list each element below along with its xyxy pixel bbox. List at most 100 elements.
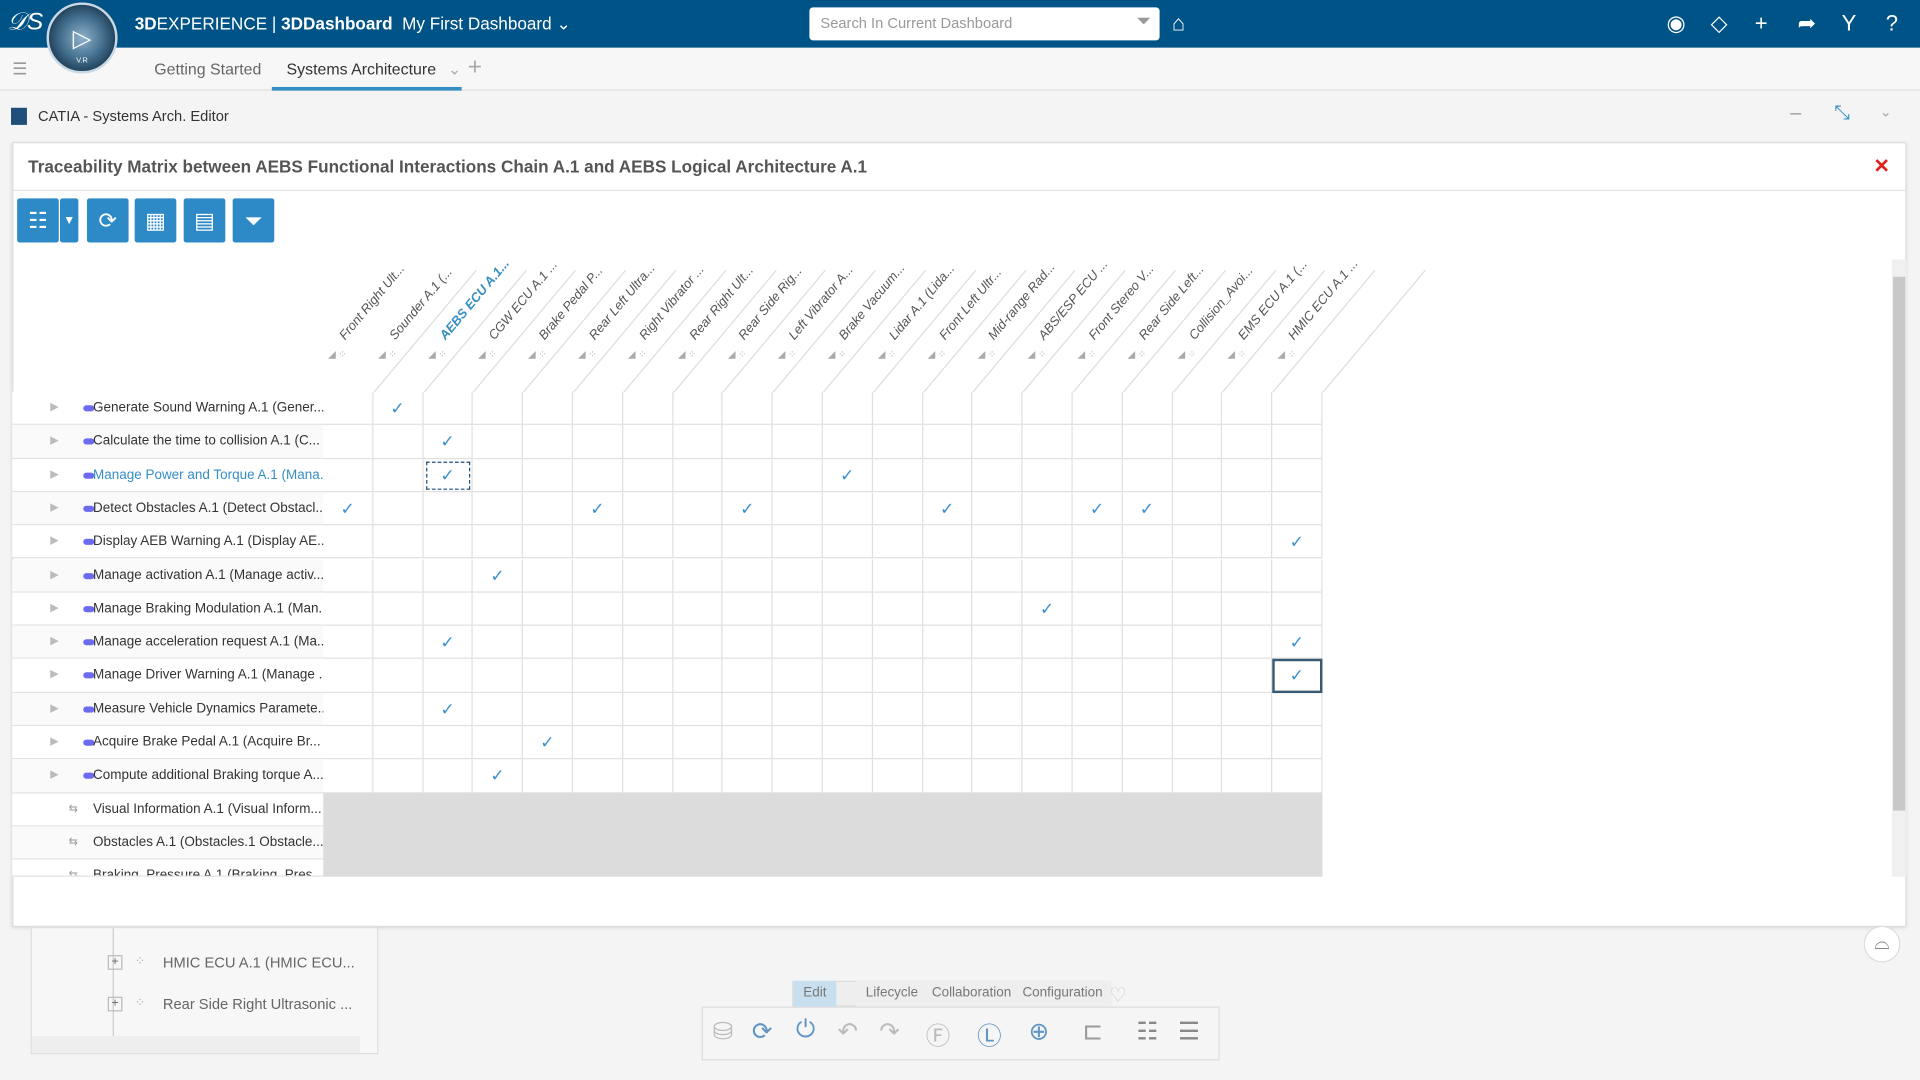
redo-icon[interactable]: ↷ (879, 1016, 900, 1047)
expand-arrow-icon[interactable]: ▶ (50, 434, 58, 447)
flow-row-header[interactable]: ⇆ Obstacles A.1 (Obstacles.1 Obstacle... (12, 826, 324, 860)
matrix-cell[interactable] (1222, 558, 1273, 593)
matrix-cell[interactable] (473, 391, 524, 426)
matrix-cell[interactable] (573, 458, 624, 493)
matrix-cell[interactable] (573, 692, 624, 727)
matrix-cell[interactable] (1122, 592, 1173, 626)
matrix-cell[interactable] (523, 558, 574, 593)
matrix-cell[interactable] (1022, 726, 1073, 760)
matrix-cell[interactable] (623, 726, 673, 760)
matrix-cell[interactable] (623, 759, 673, 793)
matrix-cell[interactable] (1272, 726, 1323, 760)
matrix-cell[interactable] (872, 726, 923, 760)
matrix-cell[interactable] (1072, 625, 1123, 660)
matrix-cell[interactable] (672, 391, 723, 426)
hierarchy-dropdown[interactable]: ▼ (60, 198, 79, 243)
matrix-cell[interactable]: ✓ (1272, 659, 1323, 693)
matrix-cell[interactable] (573, 425, 624, 459)
matrix-cell[interactable] (573, 659, 624, 693)
tree-item[interactable]: HMIC ECU A.1 (HMIC ECU... (163, 954, 355, 971)
matrix-cell[interactable] (473, 625, 524, 660)
expand-arrow-icon[interactable]: ▶ (50, 634, 58, 647)
row-header[interactable]: ▶ Compute additional Braking torque A... (12, 759, 324, 793)
matrix-cell[interactable] (573, 592, 624, 626)
expand-arrow-icon[interactable]: ▶ (50, 768, 58, 781)
matrix-cell[interactable]: ✓ (573, 492, 624, 526)
matrix-cell[interactable] (1272, 391, 1323, 426)
matrix-cell[interactable] (822, 592, 873, 626)
matrix-cell[interactable] (722, 525, 773, 559)
matrix-cell[interactable] (323, 726, 374, 760)
matrix-cell[interactable] (573, 625, 624, 660)
matrix-cell[interactable] (1022, 391, 1073, 426)
user-icon[interactable]: ◉ (1667, 11, 1686, 37)
matrix-cell[interactable] (1172, 558, 1223, 593)
matrix-cell[interactable] (672, 759, 723, 793)
matrix-cell[interactable] (1022, 458, 1073, 493)
matrix-cell[interactable] (1072, 425, 1123, 459)
chevron-down-icon[interactable]: ⌄ (448, 60, 461, 78)
matrix-cell[interactable] (672, 659, 723, 693)
matrix-cell[interactable] (1172, 492, 1223, 526)
export-excel-button[interactable]: ▦ (134, 198, 177, 243)
matrix-cell[interactable] (1272, 558, 1323, 593)
matrix-cell[interactable] (972, 458, 1023, 493)
matrix-cell[interactable] (1072, 391, 1123, 426)
matrix-cell[interactable] (473, 492, 524, 526)
matrix-cell[interactable] (1172, 425, 1223, 459)
matrix-cell[interactable] (623, 558, 673, 593)
matrix-cell[interactable] (772, 458, 823, 493)
help-icon[interactable]: ? (1886, 11, 1898, 37)
matrix-cell[interactable] (323, 692, 374, 727)
matrix-cell[interactable] (1222, 592, 1273, 626)
matrix-cell[interactable] (772, 625, 823, 660)
matrix-cell[interactable] (1222, 458, 1273, 493)
matrix-cell[interactable] (922, 659, 973, 693)
matrix-cell[interactable] (972, 425, 1023, 459)
matrix-cell[interactable]: ✓ (323, 492, 374, 526)
expand-arrow-icon[interactable]: ▶ (50, 668, 58, 681)
matrix-cell[interactable] (822, 692, 873, 727)
matrix-cell[interactable] (1022, 759, 1073, 793)
matrix-cell[interactable] (722, 692, 773, 727)
swap-axes-button[interactable]: ▤ (183, 198, 226, 243)
tab-systems-architecture[interactable]: Systems Architecture ⌄ (271, 48, 462, 91)
matrix-cell[interactable] (623, 458, 673, 493)
chevron-down-icon[interactable]: ♡ (1109, 983, 1127, 1007)
matrix-cell[interactable] (822, 726, 873, 760)
matrix-cell[interactable]: ✓ (423, 425, 474, 459)
matrix-cell[interactable] (672, 726, 723, 760)
matrix-cell[interactable] (972, 525, 1023, 559)
add-port-icon[interactable]: ⊕ (1029, 1016, 1050, 1047)
matrix-cell[interactable] (323, 759, 374, 793)
matrix-cell[interactable] (523, 759, 574, 793)
matrix-cell[interactable] (1222, 625, 1273, 660)
row-header[interactable]: ▶ Manage Power and Torque A.1 (Mana... (12, 458, 324, 493)
row-header[interactable]: ▶ Calculate the time to collision A.1 (C.… (12, 425, 324, 459)
chat-icon[interactable]: ⌓ (1863, 925, 1901, 963)
matrix-cell[interactable] (573, 558, 624, 593)
matrix-cell[interactable] (373, 659, 424, 693)
matrix-cell[interactable] (922, 726, 973, 760)
matrix-cell[interactable]: ✓ (722, 492, 773, 526)
matrix-cell[interactable] (1122, 425, 1173, 459)
matrix-cell[interactable] (972, 592, 1023, 626)
delete-structure-icon[interactable]: ☷ (1136, 1016, 1158, 1047)
matrix-cell[interactable] (772, 425, 823, 459)
matrix-cell[interactable] (373, 492, 424, 526)
compass-button[interactable]: ▷ V.R (46, 2, 118, 74)
matrix-cell[interactable] (623, 391, 673, 426)
tab-edit[interactable]: Edit (793, 980, 837, 1007)
horizontal-scrollbar[interactable] (31, 1035, 361, 1054)
matrix-cell[interactable] (1122, 726, 1173, 760)
chevron-down-icon[interactable]: ⌄ (1880, 103, 1892, 120)
matrix-cell[interactable] (323, 525, 374, 559)
matrix-cell[interactable] (373, 525, 424, 559)
matrix-cell[interactable]: ✓ (423, 458, 474, 493)
matrix-cell[interactable]: ✓ (423, 625, 474, 660)
matrix-cell[interactable] (872, 625, 923, 660)
matrix-cell[interactable] (423, 558, 474, 593)
matrix-cell[interactable] (1172, 659, 1223, 693)
matrix-cell[interactable] (672, 692, 723, 727)
matrix-cell[interactable] (972, 391, 1023, 426)
